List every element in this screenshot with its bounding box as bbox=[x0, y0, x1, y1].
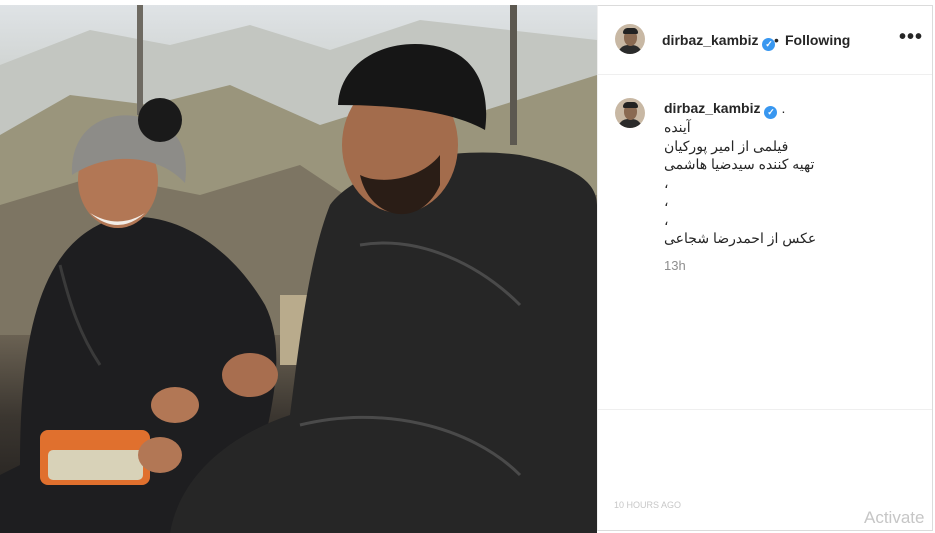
caption-text: آینده فیلمی از امیر پورکیان تهیه کننده س… bbox=[664, 118, 816, 248]
caption-line: ، bbox=[664, 211, 669, 228]
caption-line: تهیه کننده سیدضیا هاشمی bbox=[664, 156, 815, 172]
more-options-icon[interactable]: ••• bbox=[899, 26, 923, 49]
caption-avatar[interactable] bbox=[615, 98, 645, 128]
author-avatar[interactable] bbox=[615, 24, 645, 54]
following-button[interactable]: Following bbox=[785, 32, 850, 48]
caption-line: عکس از احمدرضا شجاعی bbox=[664, 230, 817, 246]
post-header: dirbaz_kambiz ✓ • Following ••• bbox=[598, 6, 932, 75]
post-photo[interactable] bbox=[0, 5, 597, 533]
caption-line: آینده bbox=[664, 119, 691, 135]
windows-activate-watermark: Activate bbox=[864, 508, 925, 527]
author-username[interactable]: dirbaz_kambiz ✓ bbox=[662, 32, 776, 51]
caption-line: فیلمی از امیر پورکیان bbox=[664, 137, 789, 154]
header-separator: • bbox=[774, 32, 779, 48]
caption-line: ، bbox=[664, 193, 669, 209]
section-divider bbox=[598, 409, 932, 410]
caption-line: ، bbox=[664, 174, 669, 191]
caption-timestamp[interactable]: 13h bbox=[664, 258, 686, 273]
photo-illustration bbox=[0, 5, 597, 533]
post-sidebar: dirbaz_kambiz ✓ • Following ••• dirbaz_ka… bbox=[597, 5, 933, 531]
caption-username[interactable]: dirbaz_kambiz ✓. bbox=[664, 100, 785, 119]
faded-timestamp: 10 HOURS AGO bbox=[614, 500, 682, 510]
